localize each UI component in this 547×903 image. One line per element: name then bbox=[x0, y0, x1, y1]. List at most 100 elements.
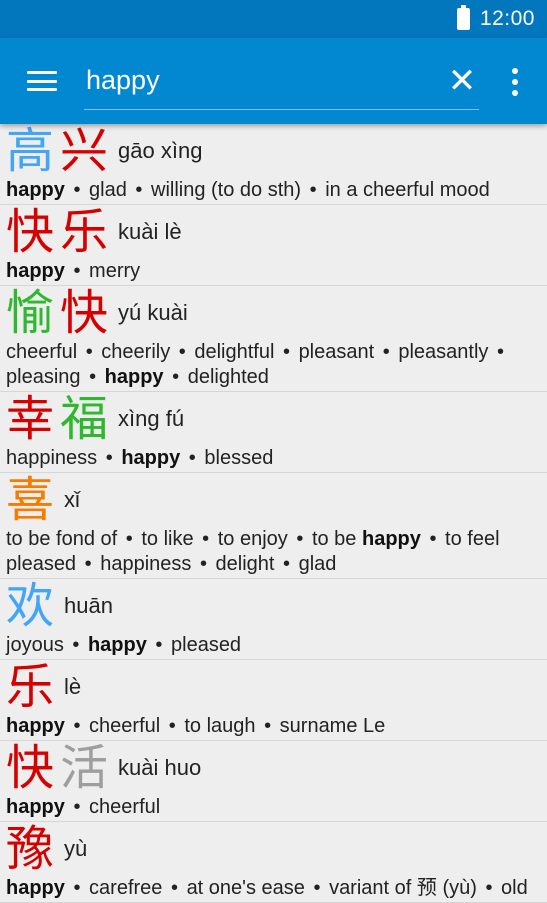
pinyin: kuài huo bbox=[118, 755, 202, 780]
hanzi-character: 兴 bbox=[60, 123, 109, 179]
hanzi-character: 喜 bbox=[6, 472, 55, 528]
hanzi-character: 乐 bbox=[6, 659, 55, 715]
definition-term: blessed bbox=[204, 447, 274, 469]
definitions: happy • cheerful bbox=[6, 796, 161, 818]
pinyin: yù bbox=[64, 836, 88, 861]
definition-term: happiness bbox=[100, 553, 192, 575]
status-time: 12:00 bbox=[479, 7, 535, 30]
search-input[interactable] bbox=[84, 58, 479, 110]
entry-headword: 喜 xǐ bbox=[6, 473, 547, 527]
definition-term: pleased bbox=[171, 634, 242, 656]
definition-term: old bbox=[501, 877, 528, 899]
definition-term: merry bbox=[89, 260, 141, 282]
search-bar: ✕ bbox=[84, 38, 547, 124]
pinyin: gāo xìng bbox=[118, 138, 203, 163]
hanzi-character: 愉 bbox=[6, 285, 55, 341]
pinyin: kuài lè bbox=[118, 219, 182, 244]
menu-button[interactable] bbox=[0, 38, 84, 124]
hanzi-character: 欢 bbox=[6, 578, 55, 634]
definition-term: joyous bbox=[6, 634, 64, 656]
pinyin: huān bbox=[64, 593, 113, 618]
pinyin: yú kuài bbox=[118, 300, 188, 325]
definition-term: delight bbox=[215, 553, 275, 575]
definition-term: delightful bbox=[194, 341, 275, 363]
definition-term: pleasing bbox=[6, 366, 81, 388]
definition-term: cheerily bbox=[101, 341, 171, 363]
definitions: happy • glad • willing (to do sth) • in … bbox=[6, 179, 490, 201]
definition-term: surname Le bbox=[279, 715, 386, 737]
result-entry[interactable]: 愉快 yú kuài cheerful • cheerily • delightfu… bbox=[0, 286, 547, 392]
entry-headword: 豫 yù bbox=[6, 822, 547, 876]
status-bar: 12:00 bbox=[0, 0, 547, 38]
result-entry[interactable]: 乐 lè happy • cheerful • to laugh • surname… bbox=[0, 660, 547, 741]
pinyin: xǐ bbox=[64, 487, 80, 512]
definition-term: cheerful bbox=[89, 715, 161, 737]
definition-term: happy bbox=[121, 447, 181, 469]
entry-headword: 快活 kuài huo bbox=[6, 741, 547, 795]
app-bar: ✕ bbox=[0, 38, 547, 124]
definition-term: cheerful bbox=[89, 796, 161, 818]
definition-term: to laugh bbox=[184, 715, 256, 737]
definition-term: happy bbox=[6, 877, 65, 899]
definition-term: glad bbox=[298, 553, 337, 575]
hanzi-character: 乐 bbox=[60, 204, 109, 260]
definition-term: to be happy bbox=[311, 528, 421, 550]
hanzi-character: 快 bbox=[6, 740, 55, 796]
result-entry[interactable]: 豫 yù happy • carefree • at one's ease • va… bbox=[0, 822, 547, 903]
definition-term: happy bbox=[6, 260, 65, 282]
clear-search-button[interactable]: ✕ bbox=[444, 64, 480, 100]
entry-headword: 乐 lè bbox=[6, 660, 547, 714]
definition-term: at one's ease bbox=[186, 877, 305, 899]
hamburger-icon bbox=[27, 71, 57, 91]
entry-headword: 快乐 kuài lè bbox=[6, 205, 547, 259]
pinyin: lè bbox=[64, 674, 82, 699]
entry-headword: 欢 huān bbox=[6, 579, 547, 633]
definitions: happy • carefree • at one's ease • varia… bbox=[6, 877, 528, 899]
definition-term: happy bbox=[6, 179, 65, 201]
definition-term: delighted bbox=[187, 366, 269, 388]
definition-term: happy bbox=[6, 715, 65, 737]
result-entry[interactable]: 快乐 kuài lè happy • merry bbox=[0, 205, 547, 286]
results-list: 高兴 gāo xìng happy • glad • willing (to do … bbox=[0, 124, 547, 903]
definition-term: cheerful bbox=[6, 341, 78, 363]
definition-term: happy bbox=[6, 796, 65, 818]
definitions: cheerful • cheerily • delightful • pleas… bbox=[6, 341, 504, 388]
definitions: happiness • happy • blessed bbox=[6, 447, 274, 469]
definition-term: to be fond of bbox=[6, 528, 118, 550]
result-entry[interactable]: 喜 xǐ to be fond of • to like • to enjoy • … bbox=[0, 473, 547, 579]
definitions: happy • merry bbox=[6, 260, 141, 282]
definition-term: happiness bbox=[6, 447, 98, 469]
hanzi-character: 快 bbox=[6, 204, 55, 260]
definition-term: willing (to do sth) bbox=[151, 179, 302, 201]
entry-headword: 幸福 xìng fú bbox=[6, 392, 547, 446]
result-entry[interactable]: 高兴 gāo xìng happy • glad • willing (to do … bbox=[0, 124, 547, 205]
hanzi-character: 高 bbox=[6, 123, 55, 179]
definition-term: happy bbox=[87, 634, 147, 656]
hanzi-character: 福 bbox=[60, 391, 109, 447]
definitions: happy • cheerful • to laugh • surname Le bbox=[6, 715, 386, 737]
definition-term: to like bbox=[141, 528, 194, 550]
definition-term: carefree bbox=[89, 877, 163, 899]
result-entry[interactable]: 幸福 xìng fú happiness • happy • blessed bbox=[0, 392, 547, 473]
hanzi-character: 快 bbox=[60, 285, 109, 341]
more-options-icon[interactable] bbox=[497, 64, 533, 100]
hanzi-character: 幸 bbox=[6, 391, 55, 447]
definition-term: variant of 预 (yù) bbox=[329, 877, 477, 899]
definition-term: glad bbox=[89, 179, 127, 201]
hanzi-character: 活 bbox=[60, 740, 109, 796]
definitions: joyous • happy • pleased bbox=[6, 634, 242, 656]
definition-term: to enjoy bbox=[217, 528, 288, 550]
battery-icon bbox=[456, 5, 470, 30]
result-entry[interactable]: 快活 kuài huo happy • cheerful bbox=[0, 741, 547, 822]
definition-term: pleasantly bbox=[398, 341, 489, 363]
definitions: to be fond of • to like • to enjoy • to … bbox=[6, 528, 500, 575]
hanzi-character: 豫 bbox=[6, 821, 55, 877]
entry-headword: 愉快 yú kuài bbox=[6, 286, 547, 340]
close-icon: ✕ bbox=[447, 62, 477, 100]
definition-term: pleasant bbox=[298, 341, 375, 363]
pinyin: xìng fú bbox=[118, 406, 185, 431]
definition-term: in a cheerful mood bbox=[325, 179, 490, 201]
definition-term: happy bbox=[104, 366, 164, 388]
result-entry[interactable]: 欢 huān joyous • happy • pleased bbox=[0, 579, 547, 660]
entry-headword: 高兴 gāo xìng bbox=[6, 124, 547, 178]
